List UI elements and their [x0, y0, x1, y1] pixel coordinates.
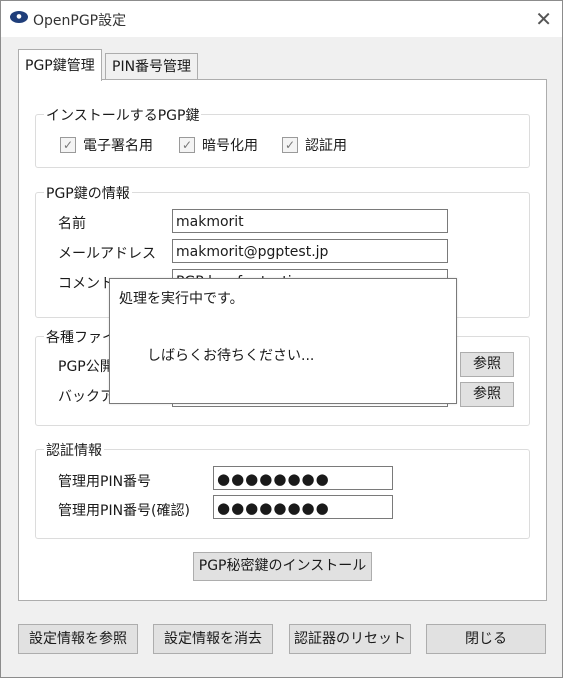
- checkbox-encryption-label: 暗号化用: [202, 138, 258, 154]
- pubkey-label: PGP公開: [58, 359, 114, 375]
- processing-dialog: 処理を実行中です。 しばらくお待ちください...: [109, 278, 457, 404]
- checkbox-encryption[interactable]: ✓ 暗号化用: [179, 135, 258, 155]
- tab-pin[interactable]: PIN番号管理: [105, 53, 199, 80]
- title-bar: ● OpenPGP設定 ✕: [1, 1, 562, 37]
- processing-message: しばらくお待ちください...: [147, 348, 315, 364]
- reset-authenticator-button[interactable]: 認証器のリセット: [289, 624, 411, 654]
- erase-settings-button[interactable]: 設定情報を消去: [153, 624, 273, 654]
- pin-confirm-label: 管理用PIN番号(確認): [58, 503, 190, 519]
- name-label: 名前: [58, 216, 86, 232]
- tab-pgp-key[interactable]: PGP鍵管理: [18, 49, 102, 81]
- checkbox-signature[interactable]: ✓ 電子署名用: [60, 135, 153, 155]
- checkbox-authentication-label: 認証用: [305, 138, 347, 154]
- pin-confirm-field[interactable]: ●●●●●●●●: [213, 495, 393, 519]
- key-info-legend: PGP鍵の情報: [44, 183, 132, 203]
- backup-browse-button[interactable]: 参照: [460, 382, 514, 407]
- window-title: OpenPGP設定: [33, 13, 127, 29]
- check-icon: ✓: [179, 137, 195, 153]
- comment-label: コメント: [58, 276, 114, 292]
- install-keys-legend: インストールするPGP鍵: [44, 105, 202, 125]
- close-icon[interactable]: ✕: [535, 7, 552, 31]
- check-icon: ✓: [60, 137, 76, 153]
- close-button[interactable]: 閉じる: [426, 624, 546, 654]
- auth-group: 認証情報 管理用PIN番号 ●●●●●●●● 管理用PIN番号(確認) ●●●●…: [35, 440, 530, 539]
- view-settings-button[interactable]: 設定情報を参照: [18, 624, 138, 654]
- email-label: メールアドレス: [58, 246, 156, 262]
- app-logo-icon: ●: [10, 11, 28, 23]
- pubkey-browse-button[interactable]: 参照: [460, 352, 514, 377]
- pin-label: 管理用PIN番号: [58, 474, 152, 490]
- check-icon: ✓: [282, 137, 298, 153]
- auth-legend: 認証情報: [44, 440, 104, 460]
- processing-title: 処理を実行中です。: [119, 291, 244, 307]
- window: ● OpenPGP設定 ✕ PGP鍵管理 PIN番号管理 インストールするPGP…: [0, 0, 563, 678]
- checkbox-signature-label: 電子署名用: [83, 138, 153, 154]
- checkbox-authentication[interactable]: ✓ 認証用: [282, 135, 347, 155]
- name-field[interactable]: makmorit: [172, 209, 448, 233]
- install-keys-group: インストールするPGP鍵 ✓ 電子署名用 ✓ 暗号化用 ✓ 認証用: [35, 105, 530, 168]
- install-secret-key-button[interactable]: PGP秘密鍵のインストール: [193, 552, 372, 581]
- email-field[interactable]: makmorit@pgptest.jp: [172, 239, 448, 263]
- pin-field[interactable]: ●●●●●●●●: [213, 466, 393, 490]
